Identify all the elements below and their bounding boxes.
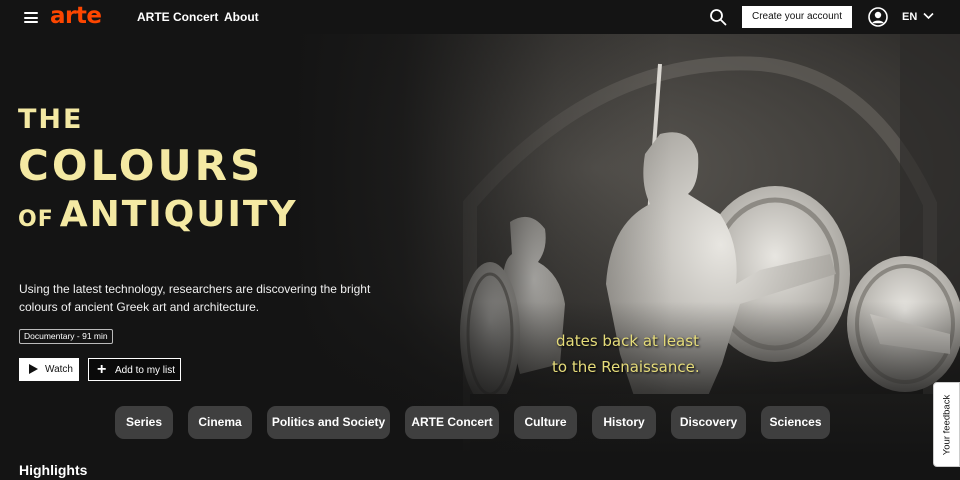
video-subtitle-line-1: dates back at least [556, 332, 699, 350]
category-politics-and-society[interactable]: Politics and Society [267, 406, 390, 439]
search-icon[interactable] [709, 8, 727, 26]
program-description: Using the latest technology, researchers… [19, 282, 371, 314]
chevron-down-icon[interactable] [923, 12, 934, 20]
user-circle-icon[interactable] [868, 7, 888, 27]
feedback-tab[interactable]: Your feedback [933, 382, 960, 467]
create-account-button[interactable]: Create your account [742, 6, 852, 28]
category-history[interactable]: History [592, 406, 656, 439]
add-to-list-label: Add to my list [115, 365, 176, 376]
play-icon [29, 364, 38, 374]
category-culture[interactable]: Culture [514, 406, 577, 439]
highlights-heading: Highlights [19, 462, 88, 478]
arte-logo[interactable]: arte [50, 2, 102, 30]
watch-label: Watch [45, 364, 73, 375]
plus-icon: + [97, 361, 107, 378]
category-arte-concert[interactable]: ARTE Concert [405, 406, 499, 439]
add-to-my-list-button[interactable]: + Add to my list [88, 358, 181, 381]
language-selector[interactable]: EN [902, 10, 917, 24]
category-sciences[interactable]: Sciences [761, 406, 830, 439]
category-discovery[interactable]: Discovery [671, 406, 746, 439]
category-cinema[interactable]: Cinema [188, 406, 252, 439]
video-subtitle-line-2: to the Renaissance. [552, 358, 700, 376]
program-title-line-3: OF ANTIQUITY [18, 193, 298, 242]
program-title-of: OF [18, 207, 54, 232]
program-title-antiquity: ANTIQUITY [59, 194, 298, 235]
watch-button[interactable]: Watch [19, 358, 79, 381]
hamburger-menu-icon[interactable] [24, 12, 38, 23]
feedback-label: Your feedback [941, 394, 952, 455]
top-navigation-bar: arte ARTE Concert About Create your acco… [0, 0, 960, 34]
category-series[interactable]: Series [115, 406, 173, 439]
program-title-line-2: COLOURS [18, 141, 264, 190]
nav-link-arte-concert[interactable]: ARTE Concert [137, 10, 218, 24]
nav-link-about[interactable]: About [224, 10, 259, 24]
program-title-line-1: THE [18, 104, 84, 135]
program-meta-badge: Documentary - 91 min [19, 329, 113, 344]
